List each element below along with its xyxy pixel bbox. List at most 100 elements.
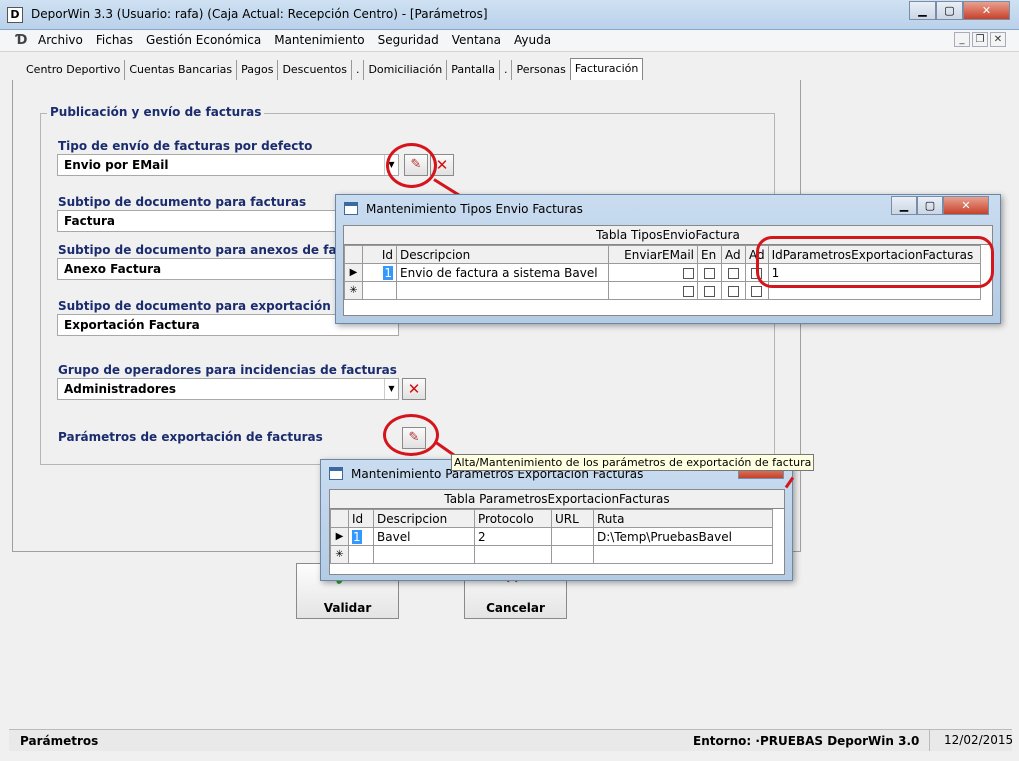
checkbox[interactable] [704, 267, 715, 279]
table-header-row: Id Descripcion Protocolo URL Ruta [330, 509, 773, 528]
annotation-circle [386, 143, 437, 188]
menu-items: Archivo Fichas Gestión Económica Manteni… [38, 33, 551, 47]
tipo-envio-select[interactable]: Envio por EMail ▼ [57, 154, 399, 176]
cell-ad[interactable] [721, 263, 746, 282]
tab-pagos[interactable]: Pagos [236, 60, 277, 80]
cell-id-value: 1 [383, 265, 393, 280]
col-header[interactable]: Descripcion [373, 509, 475, 528]
parametros-table: Id Descripcion Protocolo URL Ruta ▶ 1 Ba… [330, 509, 773, 564]
cell-empty[interactable] [551, 545, 594, 564]
menu-bar: Ɗ Archivo Fichas Gestión Económica Mante… [0, 30, 1019, 52]
checkbox[interactable] [751, 285, 763, 297]
maximize-button[interactable]: ▢ [917, 196, 943, 215]
col-header[interactable]: En [697, 245, 722, 264]
checkbox[interactable] [728, 267, 739, 279]
close-button[interactable]: ✕ [963, 1, 1010, 20]
group-label: Publicación y envío de facturas [47, 105, 265, 119]
col-header[interactable]: URL [551, 509, 594, 528]
mdi-minimize-button[interactable]: _ [954, 32, 970, 47]
col-header[interactable]: Protocolo [474, 509, 552, 528]
col-header[interactable]: Ad [721, 245, 746, 264]
menu-gestion-economica[interactable]: Gestión Económica [146, 33, 261, 47]
tab-descuentos[interactable]: Descuentos [277, 60, 351, 80]
window-icon [329, 467, 343, 480]
cell-id[interactable]: 1 [348, 527, 374, 546]
tipo-envio-value: Envio por EMail [64, 158, 169, 172]
current-row-arrow-icon: ▶ [344, 263, 363, 282]
app-icon[interactable]: D [7, 7, 23, 23]
col-header[interactable]: Id [362, 245, 397, 264]
subtipo-exportacion-value: Exportación Factura [64, 318, 200, 332]
col-header[interactable]: Id [348, 509, 374, 528]
cell-empty[interactable] [474, 545, 552, 564]
checkbox[interactable] [728, 285, 739, 297]
tab-strip: Centro Deportivo Cuentas Bancarias Pagos… [22, 58, 644, 80]
col-header[interactable]: Ruta [593, 509, 773, 528]
mdi-doc-icon[interactable]: Ɗ [16, 33, 27, 48]
dialog-tipos-envio-title: Mantenimiento Tipos Envio Facturas [366, 202, 583, 216]
grupo-operadores-select[interactable]: Administradores ▼ [57, 378, 399, 400]
cell-empty[interactable] [362, 281, 397, 300]
tab-dot-2[interactable]: . [498, 60, 512, 80]
menu-archivo[interactable]: Archivo [38, 33, 83, 47]
cell-enviaremail[interactable] [608, 263, 698, 282]
tab-dot-1[interactable]: . [350, 60, 364, 80]
window-title: DeporWin 3.3 (Usuario: rafa) (Caja Actua… [31, 7, 488, 21]
chevron-down-icon[interactable]: ▼ [384, 379, 398, 399]
cancelar-label: Cancelar [486, 601, 545, 615]
cell-descripcion[interactable]: Bavel [373, 527, 475, 546]
col-header[interactable]: EnviarEMail [608, 245, 698, 264]
subtipo-anexos-value: Anexo Factura [64, 262, 162, 276]
cell-url[interactable] [551, 527, 594, 546]
checkbox[interactable] [683, 285, 694, 297]
cell-id[interactable]: 1 [362, 263, 397, 282]
status-date: 12/02/2015 [929, 730, 1013, 751]
close-button[interactable]: ✕ [943, 196, 989, 215]
mdi-close-button[interactable]: ✕ [990, 32, 1006, 47]
subtipo-factura-value: Factura [64, 214, 115, 228]
menu-mantenimiento[interactable]: Mantenimiento [274, 33, 364, 47]
cell-en[interactable] [697, 263, 722, 282]
menu-ventana[interactable]: Ventana [452, 33, 501, 47]
cell-empty[interactable] [593, 545, 773, 564]
tab-pantalla[interactable]: Pantalla [446, 60, 499, 80]
tab-domiciliacion[interactable]: Domiciliación [363, 60, 446, 80]
window-icon [344, 202, 358, 215]
menu-fichas[interactable]: Fichas [96, 33, 133, 47]
cell-empty[interactable] [396, 281, 609, 300]
row-indicator [344, 245, 363, 264]
row-indicator [330, 509, 349, 528]
cell-en[interactable] [697, 281, 722, 300]
clear-grupo-button[interactable]: ✕ [402, 378, 426, 400]
table-row-new[interactable]: ✳ [330, 545, 773, 564]
checkbox[interactable] [704, 285, 715, 297]
table-row[interactable]: ▶ 1 Bavel 2 D:\Temp\PruebasBavel [330, 527, 773, 546]
cell-empty[interactable] [348, 545, 374, 564]
menu-seguridad[interactable]: Seguridad [378, 33, 439, 47]
cell-enviaremail[interactable] [608, 281, 698, 300]
checkbox[interactable] [683, 267, 694, 279]
status-entorno: Entorno: ·PRUEBAS DeporWin 3.0 [693, 734, 920, 748]
tab-cuentas-bancarias[interactable]: Cuentas Bancarias [124, 60, 236, 80]
title-bar: D DeporWin 3.3 (Usuario: rafa) (Caja Act… [0, 0, 1019, 30]
annotation-box [756, 236, 994, 288]
tab-personas[interactable]: Personas [511, 60, 569, 80]
minimize-button[interactable]: ▁ [909, 1, 936, 20]
cell-descripcion[interactable]: Envio de factura a sistema Bavel [396, 263, 609, 282]
col-header[interactable]: Descripcion [396, 245, 609, 264]
tab-facturacion[interactable]: Facturación [569, 58, 644, 80]
cell-empty[interactable] [373, 545, 475, 564]
mdi-restore-button[interactable]: ❐ [972, 32, 988, 47]
label-subtipo-factura: Subtipo de documento para facturas [58, 195, 307, 209]
mdi-controls: _ ❐ ✕ [954, 32, 1006, 47]
tab-centro-deportivo[interactable]: Centro Deportivo [22, 60, 124, 80]
current-row-arrow-icon: ▶ [330, 527, 349, 546]
dialog-parametros-exportacion: Mantenimiento Parametros Exportacion Fac… [320, 459, 793, 581]
menu-ayuda[interactable]: Ayuda [514, 33, 551, 47]
cell-ad[interactable] [721, 281, 746, 300]
cell-protocolo[interactable]: 2 [474, 527, 552, 546]
dialog-controls: ▁ ▢ ✕ [891, 196, 989, 215]
cell-ruta[interactable]: D:\Temp\PruebasBavel [593, 527, 773, 546]
maximize-button[interactable]: ▢ [936, 1, 963, 20]
minimize-button[interactable]: ▁ [891, 196, 917, 215]
